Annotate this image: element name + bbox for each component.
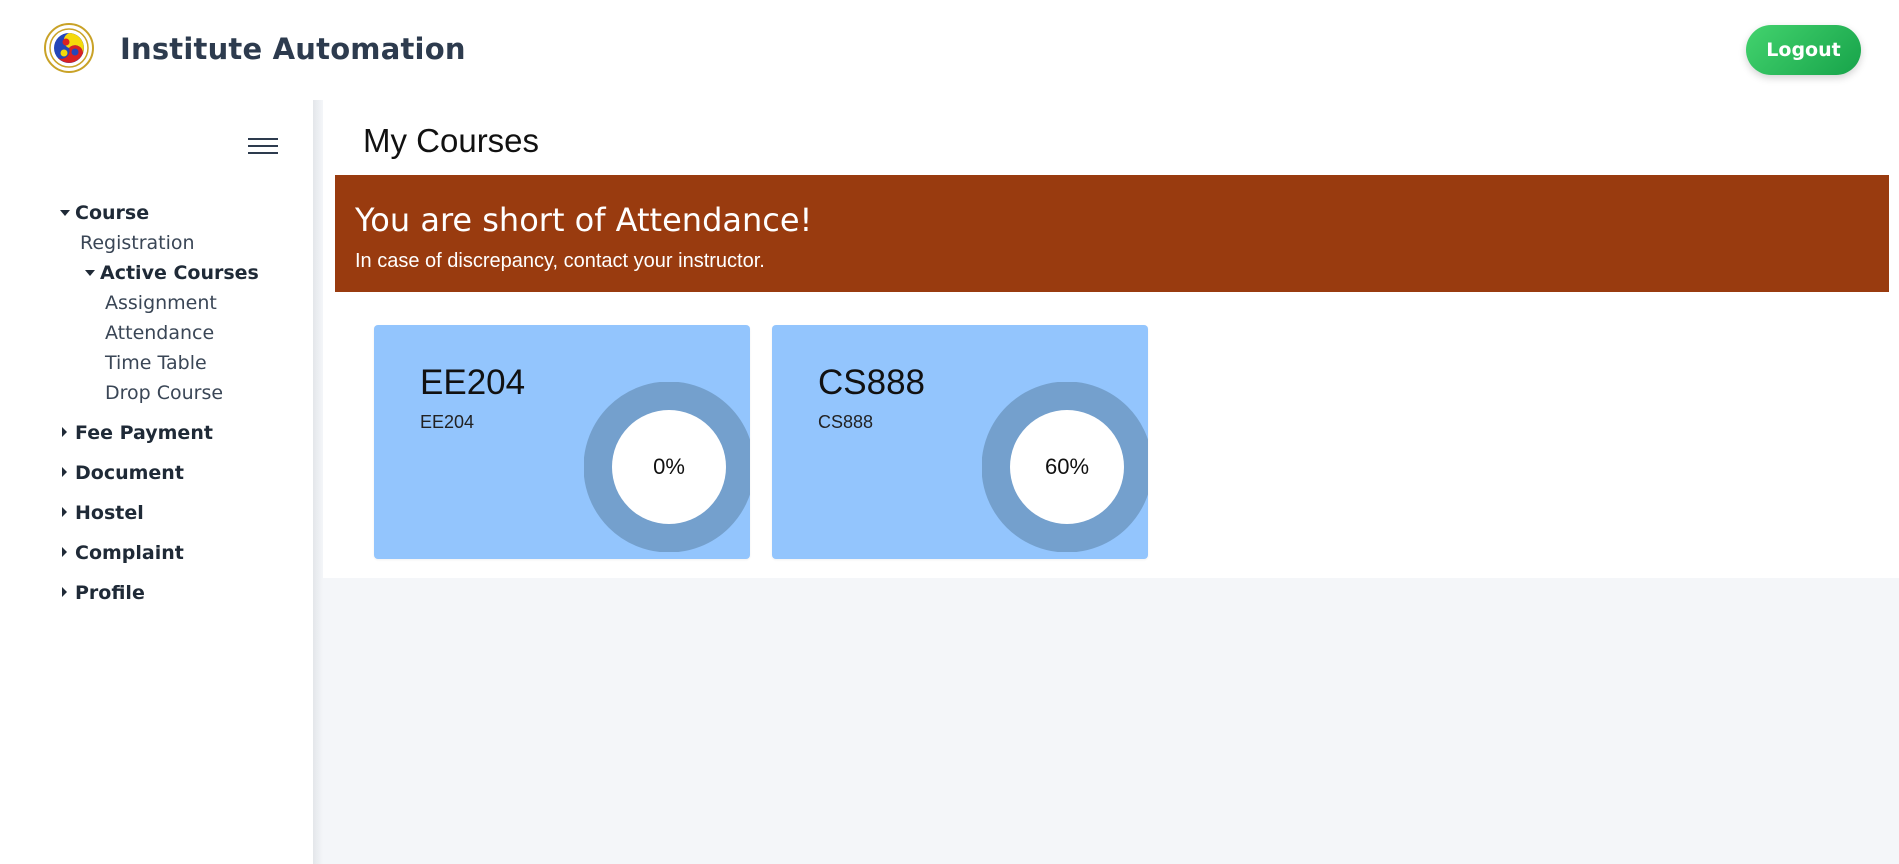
caret-right-icon xyxy=(62,547,67,557)
sidebar-divider xyxy=(313,100,323,864)
course-name: EE204 xyxy=(420,412,475,432)
sidebar-item-registration[interactable]: Registration xyxy=(80,232,195,254)
sidebar-item-drop-course[interactable]: Drop Course xyxy=(105,382,223,404)
caret-down-icon xyxy=(85,270,95,276)
sidebar-item-complaint[interactable]: Complaint xyxy=(75,542,184,564)
sidebar-item-time-table[interactable]: Time Table xyxy=(105,352,207,374)
course-card-cs888[interactable]: CS888 CS888 60% xyxy=(772,325,1148,559)
app-title: Institute Automation xyxy=(120,32,466,66)
caret-down-icon xyxy=(60,210,70,216)
attendance-percent: 0% xyxy=(653,454,685,479)
sidebar-item-profile[interactable]: Profile xyxy=(75,582,145,604)
sidebar-item-fee-payment[interactable]: Fee Payment xyxy=(75,422,213,444)
institute-emblem-icon xyxy=(44,23,94,73)
caret-right-icon xyxy=(62,507,67,517)
attendance-alert: You are short of Attendance! In case of … xyxy=(335,175,1889,292)
course-name: CS888 xyxy=(818,412,874,432)
alert-title: You are short of Attendance! xyxy=(355,201,813,239)
caret-right-icon xyxy=(62,467,67,477)
caret-right-icon xyxy=(62,427,67,437)
sidebar-item-active-courses[interactable]: Active Courses xyxy=(100,262,259,284)
caret-right-icon xyxy=(62,587,67,597)
sidebar-item-assignment[interactable]: Assignment xyxy=(105,292,217,314)
hamburger-icon[interactable] xyxy=(248,138,278,160)
sidebar-item-hostel[interactable]: Hostel xyxy=(75,502,144,524)
top-header: Institute Automation Logout xyxy=(0,0,1899,100)
attendance-percent: 60% xyxy=(1044,454,1090,479)
sidebar-item-attendance[interactable]: Attendance xyxy=(105,322,214,344)
course-code: EE204 xyxy=(420,363,526,402)
sidebar-item-document[interactable]: Document xyxy=(75,462,184,484)
sidebar-item-course[interactable]: Course xyxy=(75,202,149,224)
page-title: My Courses xyxy=(363,122,540,159)
course-code: CS888 xyxy=(818,363,926,402)
logout-button[interactable]: Logout xyxy=(1746,25,1861,75)
alert-message: In case of discrepancy, contact your ins… xyxy=(355,250,765,272)
course-card-ee204[interactable]: EE204 EE204 0% xyxy=(374,325,750,559)
